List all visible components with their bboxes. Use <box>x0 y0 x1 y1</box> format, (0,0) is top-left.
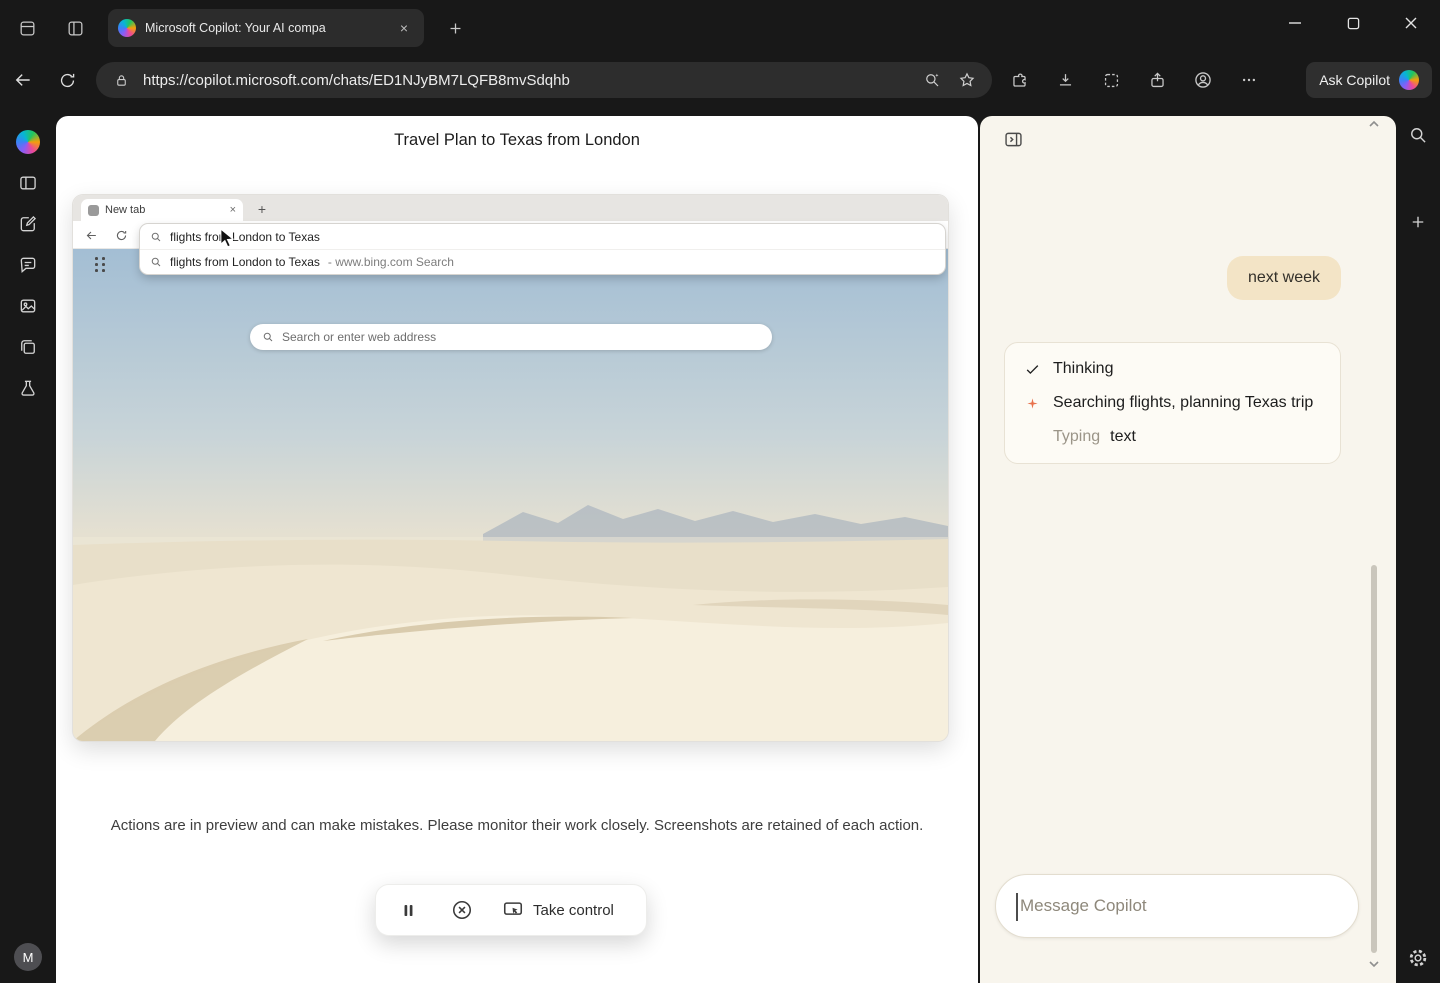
page-title: Travel Plan to Texas from London <box>56 131 978 150</box>
suggestion-source: - www.bing.com Search <box>328 255 454 269</box>
copilot-logo-icon[interactable] <box>15 130 41 154</box>
share-icon[interactable] <box>1134 61 1180 99</box>
panel-collapse-icon[interactable] <box>1000 127 1026 151</box>
copilot-favicon-icon <box>118 19 136 37</box>
status-thinking-label: Thinking <box>1053 360 1113 378</box>
tabs-icon[interactable] <box>15 335 41 359</box>
tab-title: Microsoft Copilot: Your AI compa <box>145 21 385 35</box>
url-text: https://copilot.microsoft.com/chats/ED1N… <box>143 72 910 89</box>
scroll-up-icon[interactable] <box>1368 119 1380 129</box>
mini-address-box: flights from London to Texas - www.bing.… <box>140 224 945 274</box>
mini-search-input[interactable] <box>282 330 760 344</box>
agent-status-card: Thinking Searching flights, planning Tex… <box>1004 342 1341 464</box>
downloads-icon[interactable] <box>1042 61 1088 99</box>
ask-copilot-button[interactable]: Ask Copilot <box>1306 62 1432 98</box>
more-icon[interactable] <box>1226 61 1272 99</box>
settings-gear-icon[interactable] <box>1405 945 1431 971</box>
mini-address-input[interactable] <box>170 224 935 249</box>
sidebar-search-icon[interactable] <box>1405 122 1431 148</box>
browser-tab-copilot[interactable]: Microsoft Copilot: Your AI compa × <box>108 9 424 47</box>
mini-browser-content <box>73 249 948 741</box>
media-icon[interactable] <box>15 294 41 318</box>
workspaces-icon[interactable] <box>56 9 94 47</box>
minimize-icon[interactable] <box>1266 0 1324 46</box>
suggestion-text: flights from London to Texas <box>170 255 320 269</box>
lock-icon <box>108 67 134 93</box>
message-composer[interactable] <box>995 874 1359 938</box>
mini-back-icon[interactable] <box>81 225 101 245</box>
labs-beaker-icon[interactable] <box>15 376 41 400</box>
mini-new-tab-icon[interactable]: + <box>253 200 271 218</box>
status-step-completed: Thinking <box>1021 358 1324 380</box>
take-control-label: Take control <box>533 902 614 919</box>
mini-refresh-icon[interactable] <box>111 225 131 245</box>
mouse-pointer-icon <box>219 228 236 248</box>
mini-search-box[interactable] <box>250 324 772 350</box>
desktop: { "window": { "tab_title": "Microsoft Co… <box>0 0 1440 983</box>
status-empty-icon <box>1021 426 1043 448</box>
status-searching-label: Searching flights, planning Texas trip <box>1053 394 1313 412</box>
mini-tab-label: New tab <box>105 204 224 216</box>
chats-icon[interactable] <box>15 253 41 277</box>
search-icon <box>262 331 274 343</box>
sidebar-add-icon[interactable] <box>1405 209 1431 235</box>
actions-disclaimer: Actions are in preview and can make mist… <box>56 817 978 834</box>
tab-actions-icon[interactable] <box>8 9 46 47</box>
toolbar-icons <box>996 61 1272 99</box>
copilot-chat-panel: next week Thinking Searching flights, pl… <box>980 116 1396 983</box>
status-typing-muted: Typing <box>1053 428 1100 446</box>
chat-scrollbar[interactable] <box>1371 565 1377 953</box>
favorites-star-icon[interactable] <box>954 67 980 93</box>
profile-icon[interactable] <box>1180 61 1226 99</box>
extensions-icon[interactable] <box>996 61 1042 99</box>
profile-avatar[interactable]: M <box>14 943 42 971</box>
mini-tab-close-icon[interactable]: × <box>230 205 236 216</box>
ask-copilot-label: Ask Copilot <box>1319 72 1390 88</box>
take-control-button[interactable]: Take control <box>502 899 614 921</box>
text-caret <box>1016 893 1018 921</box>
tab-close-icon[interactable]: × <box>394 18 414 38</box>
mini-browser-tab[interactable]: New tab × <box>81 199 243 221</box>
search-sparkle-icon[interactable] <box>919 67 945 93</box>
browser-tab-strip: Microsoft Copilot: Your AI compa × <box>0 0 1440 56</box>
copilot-actions-view: Travel Plan to Texas from London New tab… <box>56 116 978 983</box>
take-control-icon <box>502 899 524 921</box>
drag-handle-icon[interactable] <box>95 257 108 275</box>
mini-address-input-row[interactable] <box>140 224 945 249</box>
back-icon[interactable] <box>4 61 42 99</box>
edge-left-sidebar: M <box>0 104 56 983</box>
copilot-icon <box>1399 70 1419 90</box>
url-field[interactable]: https://copilot.microsoft.com/chats/ED1N… <box>96 62 992 98</box>
web-capture-icon[interactable] <box>1088 61 1134 99</box>
check-icon <box>1021 358 1043 380</box>
scroll-down-icon[interactable] <box>1368 959 1380 969</box>
mini-address-suggestion[interactable]: flights from London to Texas - www.bing.… <box>140 249 945 274</box>
status-typing-strong: text <box>1110 428 1136 446</box>
window-controls <box>1266 0 1440 46</box>
user-message-bubble: next week <box>1227 256 1341 300</box>
close-icon[interactable] <box>1382 0 1440 46</box>
stop-icon[interactable] <box>448 896 476 924</box>
compose-icon[interactable] <box>15 212 41 236</box>
action-control-bar: Take control <box>375 884 647 936</box>
pause-icon[interactable] <box>394 896 422 924</box>
new-tab-background-image <box>73 249 948 741</box>
mini-tab-bar: New tab × + <box>73 195 948 221</box>
actions-browser-window: New tab × + flights from London to Texas… <box>73 195 948 741</box>
edge-right-sidebar <box>1396 104 1440 983</box>
refresh-icon[interactable] <box>48 61 86 99</box>
message-input[interactable] <box>1020 896 1334 916</box>
status-step-active: Searching flights, planning Texas trip <box>1021 392 1324 414</box>
status-step-pending: Typing text <box>1021 426 1324 448</box>
maximize-icon[interactable] <box>1324 0 1382 46</box>
spinner-sparkle-icon <box>1021 392 1043 414</box>
browser-address-bar: https://copilot.microsoft.com/chats/ED1N… <box>0 56 1440 104</box>
new-tab-icon[interactable] <box>436 9 474 47</box>
mini-tab-favicon-icon <box>88 205 99 216</box>
panel-toggle-icon[interactable] <box>15 171 41 195</box>
